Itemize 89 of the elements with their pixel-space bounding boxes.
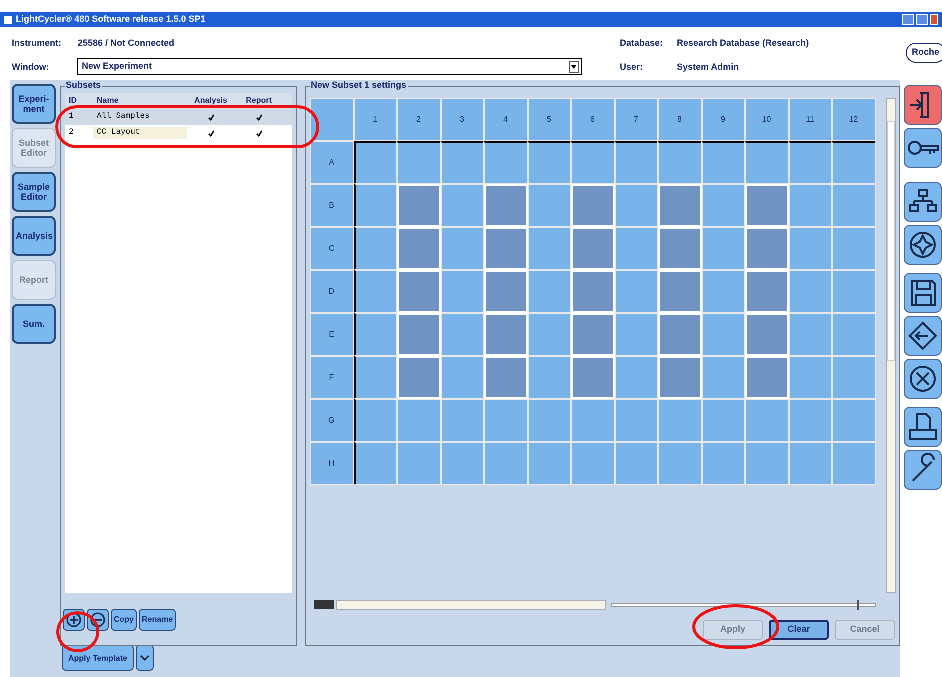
close-icon[interactable] xyxy=(930,14,938,25)
row-header: D xyxy=(310,270,354,313)
print-button[interactable] xyxy=(904,407,942,447)
key-button[interactable] xyxy=(904,128,942,168)
wrench-button[interactable] xyxy=(904,450,942,490)
corner-cell xyxy=(310,98,354,141)
table-cell-text: All Samples xyxy=(96,111,151,123)
well[interactable] xyxy=(702,141,745,184)
compass-button[interactable] xyxy=(904,225,942,265)
well[interactable] xyxy=(745,141,788,184)
well[interactable] xyxy=(484,141,528,184)
field-label: Database: xyxy=(620,37,664,50)
logo: Roche xyxy=(906,43,942,62)
checkbox[interactable] xyxy=(255,129,263,137)
table-cell: CC Layout xyxy=(93,127,187,139)
annotation-ellipse xyxy=(56,612,100,652)
diamond-button[interactable] xyxy=(904,316,942,356)
checkbox[interactable] xyxy=(207,113,215,121)
column-header: 1 xyxy=(354,98,397,141)
column-header: 12 xyxy=(832,98,876,141)
chevron-down-icon xyxy=(140,655,150,661)
network-button[interactable] xyxy=(904,182,942,222)
field-label: Instrument: xyxy=(12,37,62,50)
nav-button[interactable]: Sum. xyxy=(12,304,56,344)
column-header: 5 xyxy=(528,98,571,141)
column-header: 11 xyxy=(788,98,832,141)
save-button[interactable] xyxy=(904,273,942,313)
scrollbar[interactable] xyxy=(886,98,896,593)
well[interactable] xyxy=(397,141,440,184)
well[interactable] xyxy=(571,141,614,184)
scrollbar[interactable] xyxy=(336,600,606,610)
nav-button[interactable]: Analysis xyxy=(12,216,56,256)
column-header: 8 xyxy=(658,98,702,141)
apply-template-button[interactable]: Apply Template xyxy=(62,645,134,671)
column-header: 10 xyxy=(745,98,788,141)
well[interactable] xyxy=(354,141,397,184)
field-value: 25586 / Not Connected xyxy=(78,37,175,50)
nav-button[interactable]: Experi-ment xyxy=(12,84,56,124)
app-icon xyxy=(4,16,12,24)
row-header: C xyxy=(310,227,354,270)
minimize-icon[interactable] xyxy=(902,14,914,25)
well[interactable] xyxy=(658,141,702,184)
checkbox[interactable] xyxy=(255,113,263,121)
well[interactable] xyxy=(788,141,832,184)
column-header: Name xyxy=(96,95,120,107)
maximize-icon[interactable] xyxy=(916,14,928,25)
nav-button[interactable]: Sample Editor xyxy=(12,172,56,212)
column-header: 3 xyxy=(440,98,484,141)
table-row[interactable]: 1 All Samples xyxy=(65,109,292,125)
table-cell-text: 1 xyxy=(68,111,75,123)
cancel-button[interactable] xyxy=(904,359,942,399)
well[interactable] xyxy=(614,141,658,184)
field-label: Window: xyxy=(12,61,50,74)
well[interactable] xyxy=(832,141,876,184)
table-row[interactable]: 2 CC Layout xyxy=(65,125,292,141)
diamond-icon xyxy=(906,319,940,353)
button[interactable]: Copy xyxy=(111,609,137,631)
column-header: ID xyxy=(68,95,78,107)
row-header: H xyxy=(310,442,354,485)
column-header: 4 xyxy=(484,98,528,141)
column-header: 6 xyxy=(571,98,614,141)
panel-title: New Subset 1 settings xyxy=(310,80,408,90)
window-title: LightCycler® 480 Software release 1.5.0 SP1 xyxy=(16,12,206,26)
table-cell-text: 2 xyxy=(68,127,75,139)
window-dropdown[interactable]: New Experiment xyxy=(77,58,582,75)
field-value: Research Database (Research) xyxy=(677,37,810,50)
row-header: A xyxy=(310,141,354,184)
row-header: F xyxy=(310,356,354,399)
column-header: Report xyxy=(245,95,273,107)
button[interactable]: Rename xyxy=(139,609,176,631)
dropdown-button[interactable] xyxy=(136,645,154,671)
column-header: 2 xyxy=(397,98,440,141)
button[interactable]: Clear xyxy=(769,620,829,640)
caret-icon xyxy=(569,60,579,72)
row-header: E xyxy=(310,313,354,356)
field-label: User: xyxy=(620,61,644,74)
well[interactable] xyxy=(528,141,571,184)
column-header: 7 xyxy=(614,98,658,141)
scroll-thumb[interactable] xyxy=(887,121,895,361)
row-header: B xyxy=(310,184,354,227)
row-header: G xyxy=(310,399,354,442)
column-header: 9 xyxy=(702,98,745,141)
panel-title: Subsets xyxy=(65,80,102,90)
column-header: Analysis xyxy=(194,95,228,107)
well[interactable] xyxy=(440,141,484,184)
slider-track[interactable] xyxy=(611,603,876,607)
field-value: System Admin xyxy=(677,61,740,74)
checkbox[interactable] xyxy=(207,129,215,137)
exit-button[interactable] xyxy=(904,85,942,125)
